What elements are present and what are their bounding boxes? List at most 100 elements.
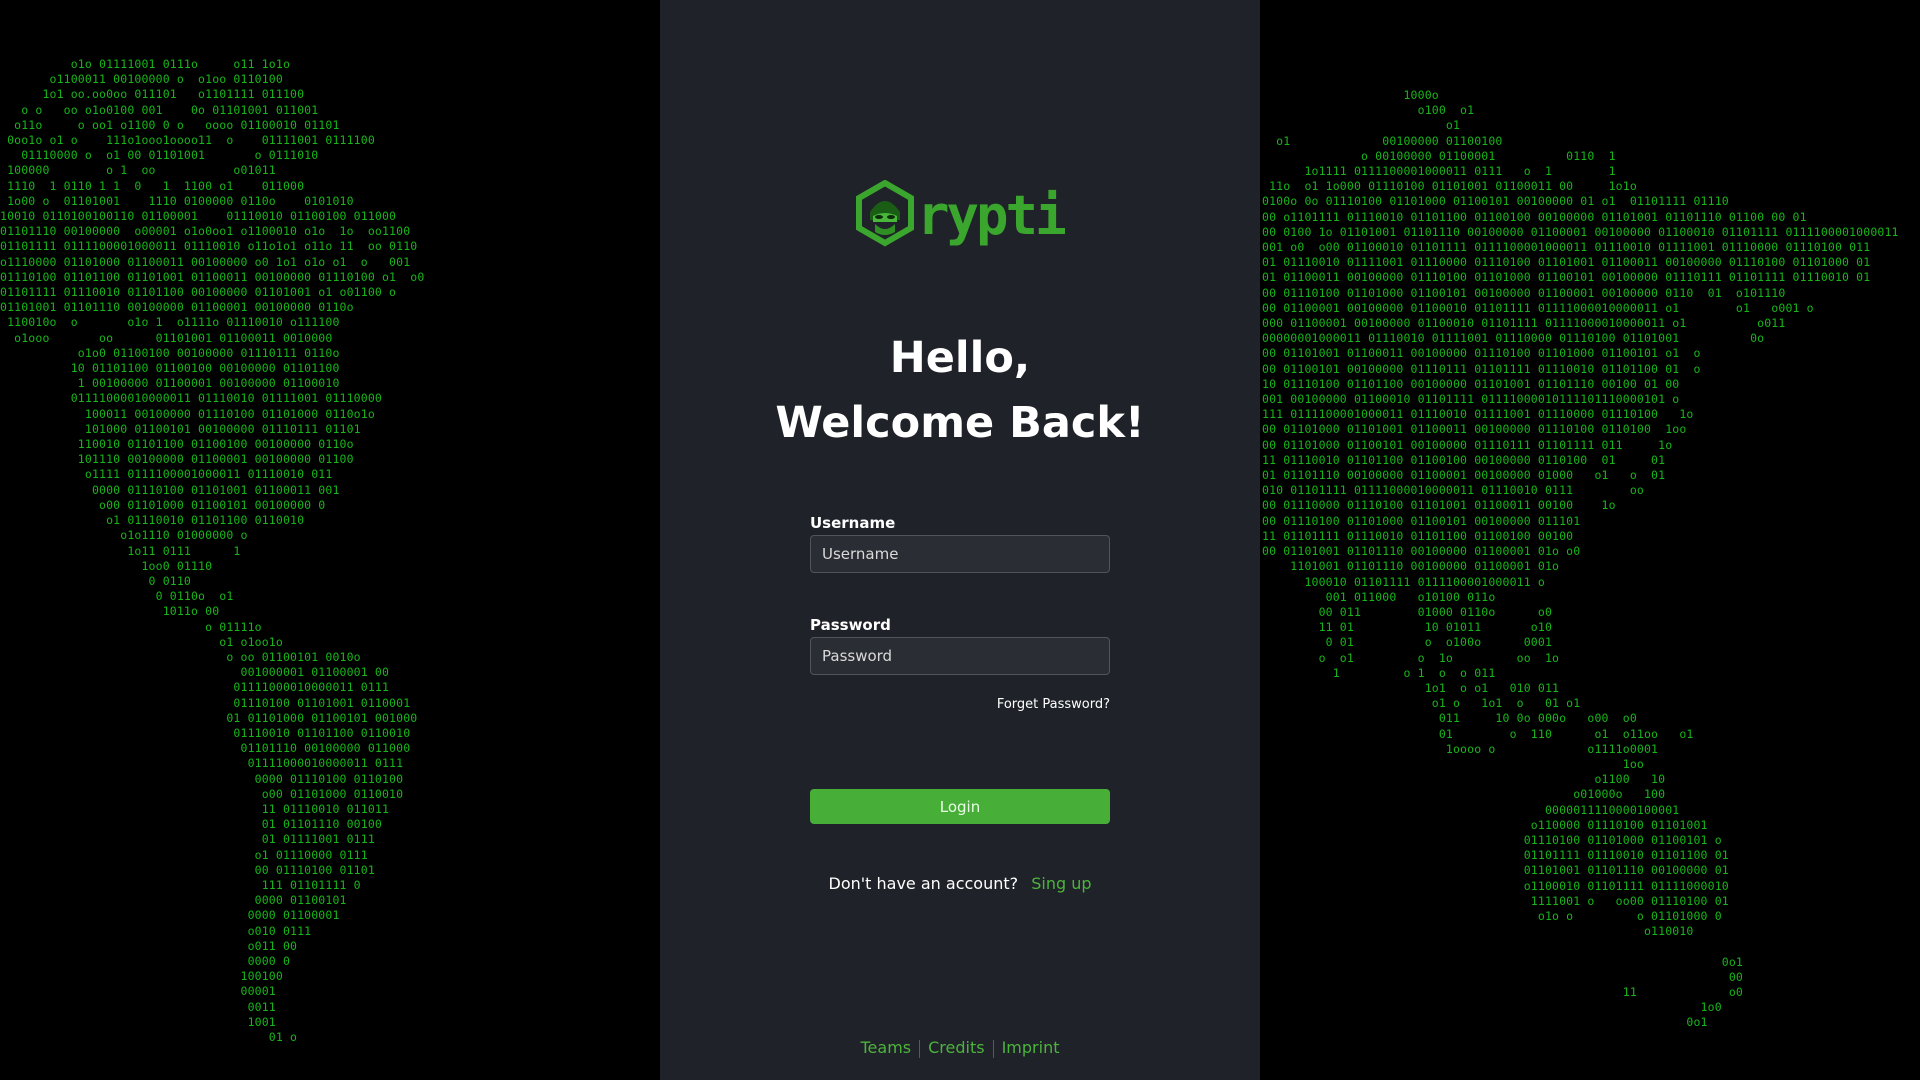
binary-line: 0o1 [1262,954,1744,969]
binary-line: 10 01110100 01101100 00100000 01101001 0… [1262,376,1680,391]
binary-line: o1 o 1o1 o 01 o1 [1262,696,1581,711]
binary-line: 01101110 00100000 o00001 o1o0oo1 o110001… [0,224,411,239]
binary-line: 01 01101110 00100 [0,817,382,832]
binary-line: o1100011 00100000 o o1oo 0110100 [0,72,283,87]
binary-line: 1o00 o 01101001 1110 0100000 0110o 01010… [0,193,354,208]
binary-line: 00 o1101111 01110010 01101100 01100100 0… [1262,209,1807,224]
password-label: Password [810,616,891,634]
binary-line: 1011o 00 [0,604,220,619]
binary-line: 1o1 oo.oo0oo 011101 o1101111 011100 [0,87,305,102]
greeting-line-1: Hello, [889,333,1031,383]
binary-line: 00 01100101 00100000 01110111 01101111 0… [1262,361,1701,376]
binary-line: o1 01110010 01101100 0110010 [0,513,305,528]
binary-line: 0 0110o o1 [0,589,234,604]
binary-line: 01 01101110 00100000 01100001 00100000 0… [1262,468,1666,483]
forget-password-link[interactable]: Forget Password? [960,697,1110,712]
signup-link[interactable]: Sing up [1031,874,1091,893]
binary-line: 01 01101000 01100101 001000 [0,710,418,725]
binary-line: o1100 10 [1262,772,1666,787]
binary-line: 01110010 01101100 0110010 [0,725,411,740]
binary-line: 01 01110010 01111001 01110000 01110100 0… [1262,255,1871,270]
binary-line: o110000 01110100 01101001 [1262,817,1708,832]
binary-line: 0100o 0o 01110100 01101000 01100101 0010… [1262,194,1744,209]
binary-line: o011 00 [0,938,298,953]
binary-line: 01110100 01101000 01100101 o [1262,832,1722,847]
binary-line: 001 011000 o10100 011o [1262,589,1496,604]
binary-line: 1oo [1262,756,1644,771]
binary-line: o o oo o1o0100 001 0o 01101001 011001 [0,102,319,117]
binary-line: 01 o [0,1030,298,1044]
login-button[interactable]: Login [810,789,1110,824]
binary-line: 11o o1 1o000 01110100 01101001 01100011 … [1262,179,1637,194]
binary-line: o1111 0111100001000011 01110010 011 [0,467,333,482]
binary-line: 1oo0 01110 [0,558,213,573]
binary-line: 0 01 o o100o 0001 [1262,635,1553,650]
binary-line: 110010 01101100 01100100 00100000 0110o [0,437,354,452]
greeting-heading: Hello, Welcome Back! [660,326,1260,456]
binary-line: 01101001 01101110 00100000 01100001 0010… [0,300,354,315]
binary-line: 100000 o 1 oo o01011 [0,163,276,178]
binary-line: 00000001000011 01110010 01111001 0111000… [1262,331,1765,346]
binary-world-map-right: 1000o o100 o1 o1 o1 00100000 01100100 o … [1262,88,1899,1031]
binary-line: 01 01111001 0111 [0,832,375,847]
binary-line: 0000 0 [0,953,291,968]
binary-line: 0 0110 [0,573,191,588]
binary-line: o1 [1262,118,1461,133]
binary-line: 1oooo o o1111o0001 [1262,741,1659,756]
binary-line: 00 0100 1o 01101001 01101110 00100000 01… [1262,224,1899,239]
binary-line: o110010 [1262,924,1694,939]
binary-line: o100 o1 [1262,103,1475,118]
binary-line: 001 00100000 01100010 01101111 011110000… [1262,392,1680,407]
binary-line: o1100010 01101111 01111000010 [1262,878,1729,893]
signup-row: Don't have an account? Sing up [660,874,1260,893]
binary-line: 01 01100011 00100000 01110100 01101000 0… [1262,270,1871,285]
binary-line: 101110 00100000 01100001 00100000 01100 [0,452,354,467]
username-input[interactable] [810,535,1110,573]
binary-line: 00 01110100 01101000 01100101 00100000 0… [1262,285,1786,300]
binary-line: o1110000 01101000 01100011 00100000 o0 1… [0,254,411,269]
signup-prompt: Don't have an account? [828,874,1019,893]
binary-line: o1 o1oo1o [0,634,283,649]
binary-line: o1ooo oo 01101001 01100011 0010000 [0,330,333,345]
binary-line: 1001 [0,1014,276,1029]
binary-line: 11 o0 [1262,984,1744,999]
binary-line: 0000 01100101 [0,893,347,908]
binary-line: 1 00100000 01100001 00100000 01100010 [0,376,340,391]
binary-line: 01110000 o o1 00 01101001 o 0111010 [0,148,319,163]
binary-line: o00 01101000 01100101 00100000 0 [0,497,326,512]
binary-line: 1o1111 0111100001000011 0111 o 1 1 [1262,164,1616,179]
footer-link-imprint[interactable]: Imprint [994,1038,1068,1057]
binary-line: 00 01101001 01101110 00100000 01100001 0… [1262,544,1581,559]
binary-line: o1 00100000 01100100 [1262,133,1503,148]
footer-link-credits[interactable]: Credits [920,1038,992,1057]
binary-line: 111 01101111 0 [0,877,361,892]
binary-line: 1o1 o o1 010 011 [1262,680,1560,695]
binary-line: 100010 01101111 0111100001000011 o [1262,574,1545,589]
greeting-line-2: Welcome Back! [775,398,1145,448]
binary-line: o1o 01111001 0111o o11 1o1o [0,57,291,71]
binary-line: 10010 0110100100110 01100001 01110010 01… [0,209,397,224]
binary-line: o1 01110000 0111 [0,847,368,862]
binary-line: 00 01110100 01101000 01100101 00100000 0… [1262,513,1581,528]
binary-line: 01101110 00100000 011000 [0,741,411,756]
binary-line: 11 01101111 01110010 01101100 01100100 0… [1262,528,1574,543]
binary-line: 00001 [0,984,276,999]
footer-link-teams[interactable]: Teams [853,1038,920,1057]
binary-line: 11 01 10 01011 o10 [1262,620,1553,635]
binary-line: 01111000010000011 01110010 01111001 0111… [0,391,382,406]
password-input[interactable] [810,637,1110,675]
binary-line: 01101111 01110010 01101100 00100000 0110… [0,285,397,300]
username-label: Username [810,514,896,532]
binary-line: 01111000010000011 0111 [0,680,390,695]
binary-line: o 01111o [0,619,262,634]
binary-line: 100100 [0,969,283,984]
binary-line: 0000 01100001 [0,908,340,923]
binary-line: 00 01101000 01100101 00100000 01110111 0… [1262,437,1673,452]
binary-line: 011 10 0o 000o o00 o0 [1262,711,1637,726]
binary-line: 10 01101100 01100100 00100000 01101100 [0,361,340,376]
binary-line: 101000 01100101 00100000 01110111 01101 [0,421,361,436]
binary-line: 01111000010000011 0111 [0,756,404,771]
binary-line: 00 01101001 01100011 00100000 01110100 0… [1262,346,1701,361]
binary-line: 111 0111100001000011 01110010 01111001 0… [1262,407,1694,422]
binary-line: o 00100000 01100001 0110 1 [1262,148,1616,163]
